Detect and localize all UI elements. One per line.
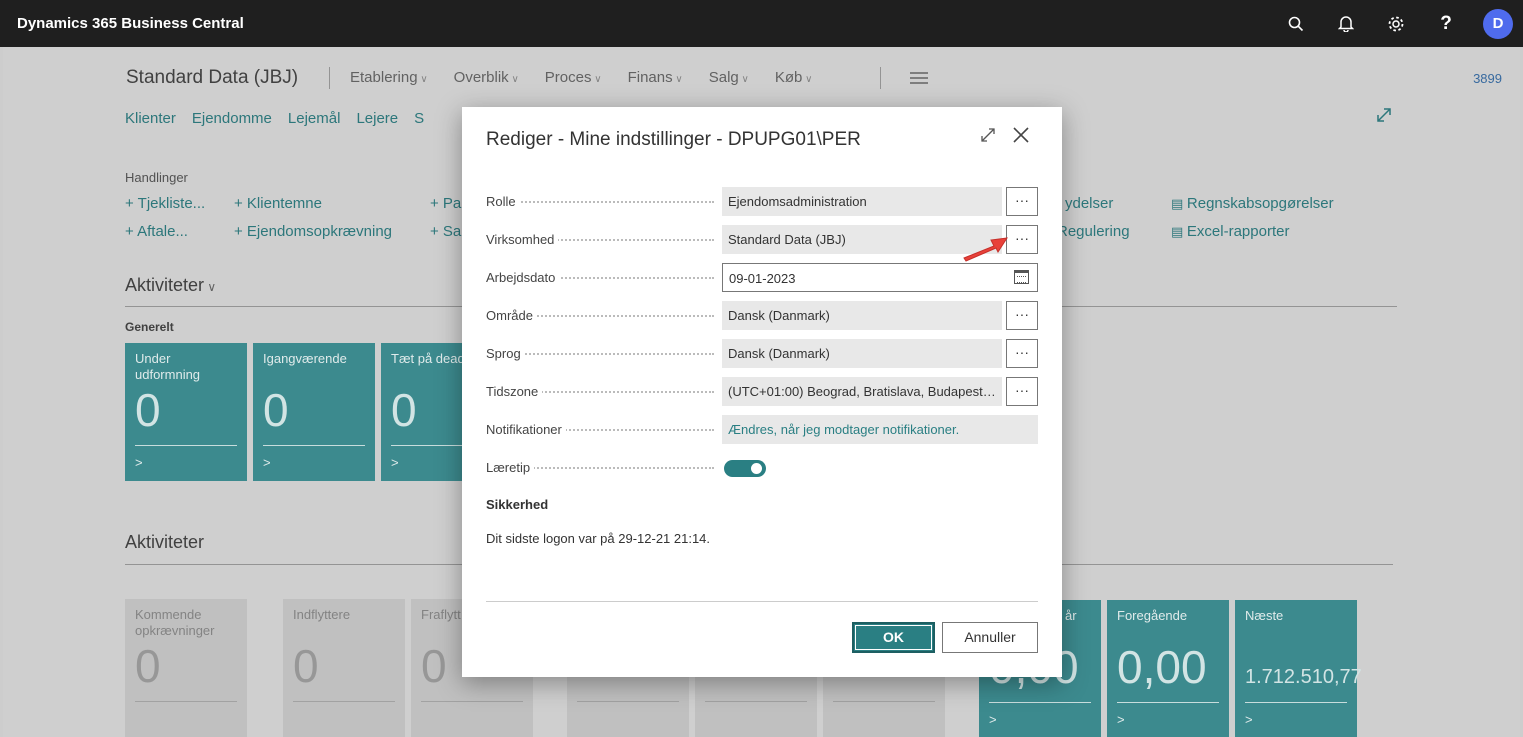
dialog-divider: [486, 601, 1038, 602]
field-sprog: Sprog Dansk (Danmark) ···: [486, 339, 1038, 369]
field-notifikationer: Notifikationer Ændres, når jeg modtager …: [486, 415, 1038, 445]
help-icon[interactable]: ?: [1421, 0, 1471, 47]
field-label: Læretip: [486, 460, 535, 475]
app-title[interactable]: Dynamics 365 Business Central: [17, 15, 244, 32]
tidszone-field[interactable]: (UTC+01:00) Beograd, Bratislava, Budapes…: [722, 377, 1002, 406]
laeretip-toggle[interactable]: [724, 460, 766, 477]
topbar-icons: ? D: [1271, 0, 1523, 47]
expand-icon[interactable]: [980, 127, 996, 148]
search-icon[interactable]: [1271, 0, 1321, 47]
field-arbejdsdato: Arbejdsdato 09-01-2023: [486, 263, 1038, 293]
rolle-field[interactable]: Ejendomsadministration: [722, 187, 1002, 216]
omraade-lookup-button[interactable]: ···: [1006, 301, 1038, 330]
field-label: Arbejdsdato: [486, 270, 560, 285]
field-label: Notifikationer: [486, 422, 566, 437]
field-label: Virksomhed: [486, 232, 559, 247]
close-icon[interactable]: [1012, 123, 1030, 151]
gear-icon[interactable]: [1371, 0, 1421, 47]
field-label: Tidszone: [486, 384, 543, 399]
cancel-button[interactable]: Annuller: [942, 622, 1038, 653]
calendar-icon[interactable]: [1014, 270, 1029, 284]
top-bar: Dynamics 365 Business Central ? D: [0, 0, 1523, 47]
sprog-field[interactable]: Dansk (Danmark): [722, 339, 1002, 368]
virksomhed-lookup-button[interactable]: ···: [1006, 225, 1038, 254]
field-rolle: Rolle Ejendomsadministration ···: [486, 187, 1038, 217]
notifikationer-link[interactable]: Ændres, når jeg modtager notifikationer.: [722, 415, 1038, 444]
security-heading: Sikkerhed: [486, 497, 549, 512]
avatar[interactable]: D: [1483, 8, 1513, 39]
field-tidszone: Tidszone (UTC+01:00) Beograd, Bratislava…: [486, 377, 1038, 407]
settings-dialog: Rediger - Mine indstillinger - DPUPG01\P…: [462, 107, 1062, 677]
omraade-field[interactable]: Dansk (Danmark): [722, 301, 1002, 330]
field-label: Sprog: [486, 346, 525, 361]
last-logon-text: Dit sidste logon var på 29-12-21 21:14.: [486, 531, 711, 546]
annotation-arrow-icon: [960, 230, 1010, 269]
field-label: Område: [486, 308, 537, 323]
tidszone-lookup-button[interactable]: ···: [1006, 377, 1038, 406]
sprog-lookup-button[interactable]: ···: [1006, 339, 1038, 368]
ok-button[interactable]: OK: [852, 622, 935, 653]
field-virksomhed: Virksomhed Standard Data (JBJ) ···: [486, 225, 1038, 255]
dialog-title: Rediger - Mine indstillinger - DPUPG01\P…: [486, 129, 861, 150]
bell-icon[interactable]: [1321, 0, 1371, 47]
field-label: Rolle: [486, 194, 520, 209]
field-omraade: Område Dansk (Danmark) ···: [486, 301, 1038, 331]
rolle-lookup-button[interactable]: ···: [1006, 187, 1038, 216]
